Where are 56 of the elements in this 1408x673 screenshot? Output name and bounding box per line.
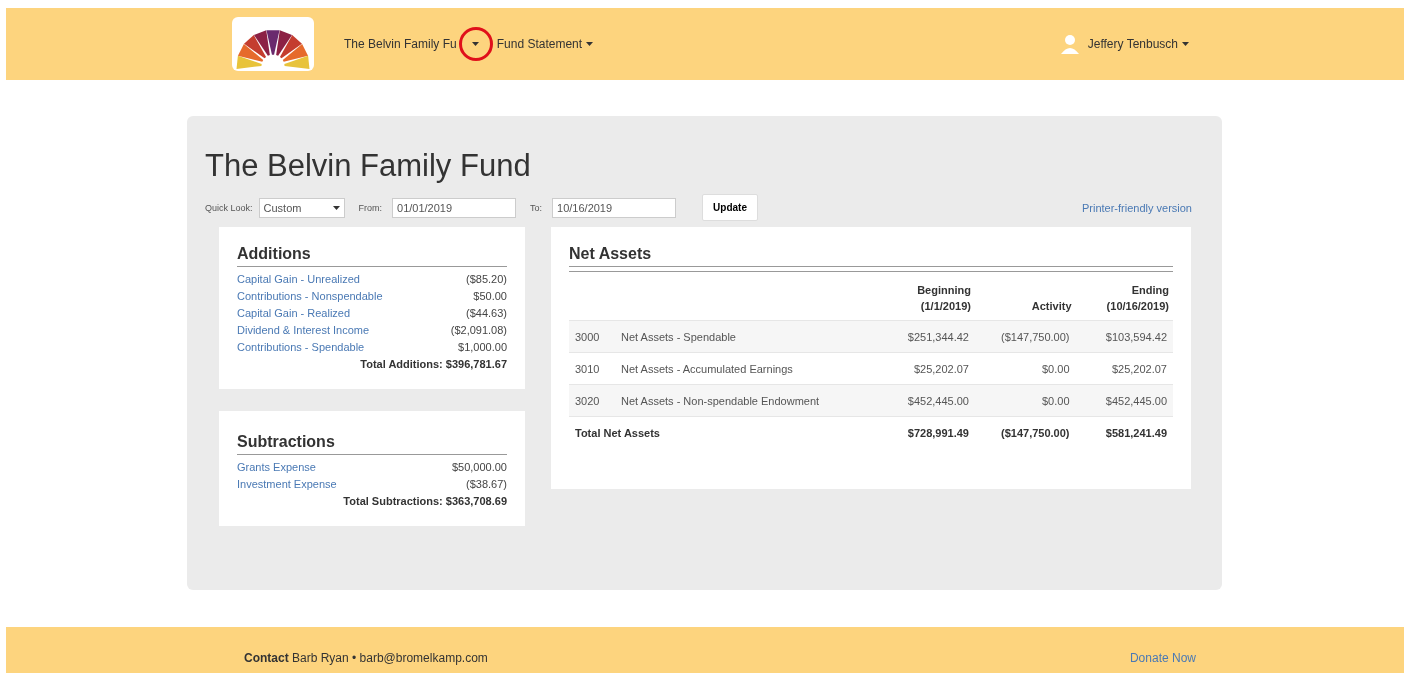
caret-icon xyxy=(586,42,594,46)
amount: $50.00 xyxy=(473,289,507,304)
caret-icon xyxy=(1182,42,1189,46)
user-icon xyxy=(1059,34,1080,54)
table-cell: $452,445.00 xyxy=(877,384,975,417)
account-link[interactable]: Capital Gain - Unrealized xyxy=(237,271,360,288)
from-date-field[interactable]: 01/01/2019 xyxy=(392,197,517,218)
column-header: Ending (10/16/2019) xyxy=(1105,283,1169,314)
amount: $1,000.00 xyxy=(458,340,507,355)
table-cell: $581,241.49 xyxy=(1075,416,1173,448)
page-title: The Belvin Family Fund xyxy=(205,148,532,184)
account-link[interactable]: Contributions - Nonspendable xyxy=(237,288,383,305)
donate-link[interactable]: Donate Now xyxy=(1129,651,1196,673)
field-label: From: xyxy=(358,202,383,213)
field-label: Quick Look: xyxy=(205,202,253,213)
account-link[interactable]: Investment Expense xyxy=(237,476,337,493)
table-cell: $452,445.00 xyxy=(1075,384,1173,417)
amount: ($44.63) xyxy=(466,306,507,321)
caret-icon xyxy=(332,205,340,210)
section-total: Total Subtractions: $363,708.69 xyxy=(342,494,507,509)
field-label: To: xyxy=(530,202,543,213)
fund-menu[interactable]: The Belvin Family Fu xyxy=(344,37,457,51)
table-cell: Total Net Assets xyxy=(569,416,878,448)
table-cell: $103,594.42 xyxy=(1075,320,1173,353)
quick-look-select[interactable]: Custom xyxy=(258,197,345,218)
table-cell: 3020 xyxy=(569,384,615,417)
caret-icon xyxy=(472,42,480,46)
to-date-field[interactable]: 10/16/2019 xyxy=(552,197,677,218)
account-link[interactable]: Contributions - Spendable xyxy=(237,339,365,356)
contact-text: Contact Barb Ryan • barb@bromelkamp.com xyxy=(244,651,488,667)
section-heading: Net Assets xyxy=(569,245,1173,267)
section-total: Total Additions: $396,781.67 xyxy=(359,357,507,372)
user-menu[interactable]: Jeffery Tenbusch xyxy=(1087,37,1189,51)
column-header: Beginning (1/1/2019) xyxy=(916,283,971,314)
amount: ($85.20) xyxy=(466,272,507,287)
column-header: Activity xyxy=(1030,299,1072,314)
amount: $50,000.00 xyxy=(451,460,507,475)
report-menu[interactable]: Fund Statement xyxy=(496,37,594,51)
account-link[interactable]: Dividend & Interest Income xyxy=(237,322,370,339)
section-heading: Additions xyxy=(237,245,507,267)
table-cell: ($147,750.00) xyxy=(974,320,1076,353)
logo[interactable] xyxy=(232,17,314,71)
table-cell: Net Assets - Spendable xyxy=(615,320,878,353)
account-link[interactable]: Capital Gain - Realized xyxy=(237,305,351,322)
table-cell: $728,991.49 xyxy=(877,416,975,448)
table-cell: ($147,750.00) xyxy=(974,416,1076,448)
table-cell: $0.00 xyxy=(974,384,1076,417)
printer-friendly-link[interactable]: Printer-friendly version xyxy=(1081,201,1192,214)
table-cell: $251,344.42 xyxy=(877,320,975,353)
table-cell: Net Assets - Non-spendable Endowment xyxy=(615,384,878,417)
update-button[interactable]: Update xyxy=(702,194,758,221)
account-link[interactable]: Grants Expense xyxy=(237,459,316,476)
amount: ($2,091.08) xyxy=(450,323,507,338)
section-heading: Subtractions xyxy=(237,433,507,455)
amount: ($38.67) xyxy=(466,477,507,492)
table-cell: 3000 xyxy=(569,320,615,353)
